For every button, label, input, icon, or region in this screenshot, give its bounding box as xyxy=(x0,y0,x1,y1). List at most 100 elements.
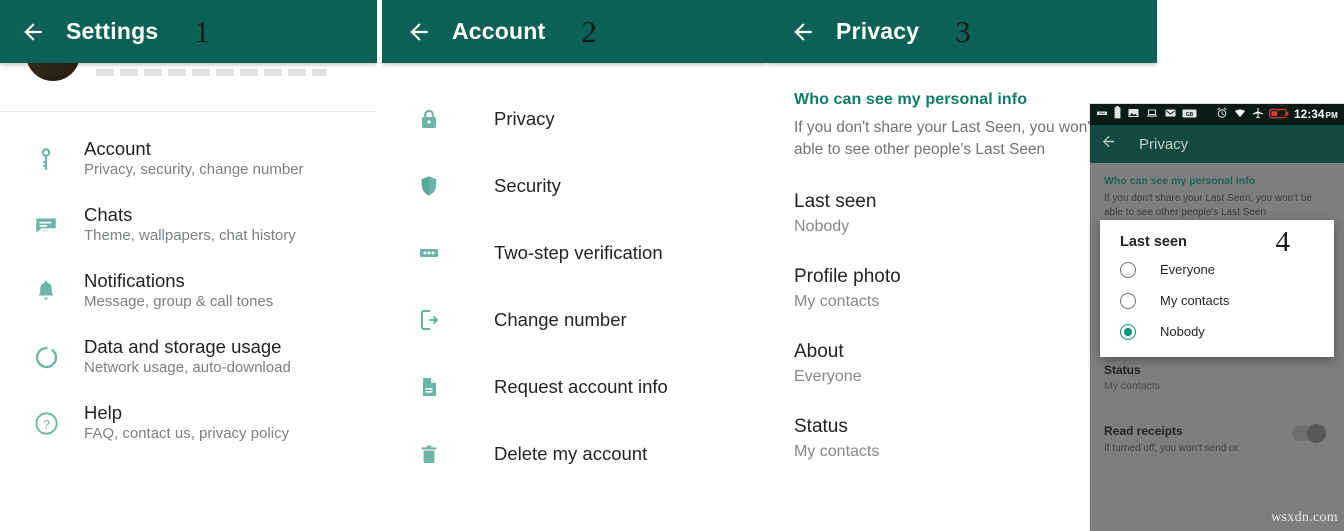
radio-icon[interactable] xyxy=(1120,261,1136,278)
status-clock: 12:34PM xyxy=(1294,108,1338,121)
item-description: If turned off, you won't send or xyxy=(1104,443,1239,454)
svg-text:?: ? xyxy=(43,417,50,431)
image-icon xyxy=(1127,106,1140,124)
sidebar-item-help[interactable]: ? Help FAQ, contact us, privacy policy xyxy=(0,390,377,456)
item-title: Account xyxy=(84,138,151,159)
bell-icon xyxy=(24,278,68,304)
account-item-security[interactable]: Security xyxy=(382,152,766,219)
item-value: My contacts xyxy=(1104,380,1161,392)
section-header: Who can see my personal info xyxy=(1104,175,1256,187)
lock-icon xyxy=(408,107,450,131)
item-label: Two-step verification xyxy=(494,241,663,263)
phone-section: Who can see my personal info If you don'… xyxy=(1090,163,1344,220)
sidebar-item-data-storage[interactable]: Data and storage usage Network usage, au… xyxy=(0,324,377,390)
last-seen-dialog[interactable]: Last seen 4 Everyone My contacts Nobody xyxy=(1100,220,1334,357)
chat-icon xyxy=(24,212,68,238)
item-subtitle: Message, group & call tones xyxy=(84,293,274,310)
battery-low-icon xyxy=(1269,106,1289,124)
account-list: Privacy Security Two-step verification C… xyxy=(382,63,766,487)
sidebar-item-account[interactable]: Account Privacy, security, change number xyxy=(0,126,377,192)
page-title: Privacy xyxy=(836,18,920,44)
gmail-icon xyxy=(1164,106,1177,124)
sidebar-item-notifications[interactable]: Notifications Message, group & call tone… xyxy=(0,258,377,324)
account-item-privacy[interactable]: Privacy xyxy=(382,85,766,152)
account-appbar: Account 2 xyxy=(382,0,766,63)
radio-option-everyone[interactable]: Everyone xyxy=(1100,254,1334,285)
document-icon xyxy=(408,375,450,399)
panel-account: Account 2 Privacy Security Two-step veri… xyxy=(382,0,766,531)
account-item-two-step[interactable]: Two-step verification xyxy=(382,219,766,286)
back-arrow-icon[interactable] xyxy=(404,17,434,47)
laptop-icon xyxy=(1145,106,1159,124)
item-title: Chats xyxy=(84,204,133,225)
page-title: Settings xyxy=(66,18,159,44)
phone-status-bar: GB 12:34PM xyxy=(1090,104,1344,125)
dialog-title: Last seen xyxy=(1120,234,1187,250)
item-label: Request account info xyxy=(494,375,668,397)
watermark: wsxdn.com xyxy=(1271,510,1338,525)
item-subtitle: Privacy, security, change number xyxy=(84,161,304,178)
settings-list: Account Privacy, security, change number… xyxy=(0,112,377,456)
item-title: Notifications xyxy=(84,270,185,291)
option-label: Nobody xyxy=(1160,324,1205,339)
phone-page-title: Privacy xyxy=(1139,135,1189,153)
profile-row[interactable] xyxy=(0,27,377,111)
trash-icon xyxy=(408,442,450,466)
phone-appbar: Privacy xyxy=(1090,125,1344,163)
panel-settings: Settings 1 Account Privacy, security, ch… xyxy=(0,0,377,531)
item-subtitle: Network usage, auto-download xyxy=(84,359,291,376)
step-number-4: 4 xyxy=(1275,226,1291,258)
gb-icon: GB xyxy=(1182,106,1197,124)
step-number-1: 1 xyxy=(194,13,210,49)
phone-below-dialog: Status My contacts Read receipts If turn… xyxy=(1090,363,1344,455)
option-label: My contacts xyxy=(1160,293,1230,308)
privacy-appbar: Privacy 3 xyxy=(766,0,1157,63)
section-description: If you don't share your Last Seen, you w… xyxy=(1104,193,1312,218)
read-receipts-toggle[interactable] xyxy=(1292,424,1326,443)
step-number-2: 2 xyxy=(581,13,597,49)
item-title: Data and storage usage xyxy=(84,336,282,357)
panel-phone-screenshot: GB 12:34PM Privacy Who can see my person… xyxy=(1090,104,1344,531)
option-label: Everyone xyxy=(1160,262,1215,277)
phone-out-icon xyxy=(408,308,450,332)
item-title: Status xyxy=(1104,363,1141,377)
section-description: If you don't share your Last Seen, you w… xyxy=(794,119,1117,158)
shield-icon xyxy=(408,174,450,198)
dots-icon xyxy=(408,241,450,265)
radio-icon-selected[interactable] xyxy=(1120,323,1136,340)
item-subtitle: Theme, wallpapers, chat history xyxy=(84,227,296,244)
item-title: Help xyxy=(84,402,123,423)
battery-icon xyxy=(1113,105,1122,124)
step-number-3: 3 xyxy=(955,13,971,49)
back-arrow-icon[interactable] xyxy=(1100,133,1117,155)
item-label: Security xyxy=(494,174,561,196)
profile-status-text xyxy=(96,69,326,76)
item-label: Change number xyxy=(494,308,627,330)
item-label: Delete my account xyxy=(494,442,648,464)
phone-content: Who can see my personal info If you don'… xyxy=(1090,163,1344,531)
data-icon xyxy=(24,344,68,371)
alarm-icon xyxy=(1216,106,1228,124)
sidebar-item-chats[interactable]: Chats Theme, wallpapers, chat history xyxy=(0,192,377,258)
settings-appbar: Settings 1 xyxy=(0,0,377,63)
phone-item-status[interactable]: Status My contacts xyxy=(1104,363,1330,392)
svg-text:GB: GB xyxy=(1186,111,1194,117)
airplane-icon xyxy=(1252,106,1264,124)
wifi-icon xyxy=(1233,106,1247,124)
key-icon xyxy=(24,146,68,172)
back-arrow-icon[interactable] xyxy=(788,17,818,47)
phone-item-read-receipts[interactable]: Read receipts If turned off, you won't s… xyxy=(1104,424,1330,455)
screenshot-stage: Settings 1 Account Privacy, security, ch… xyxy=(0,0,1344,531)
page-title: Account xyxy=(452,18,546,44)
radio-option-my-contacts[interactable]: My contacts xyxy=(1100,285,1334,316)
item-subtitle: FAQ, contact us, privacy policy xyxy=(84,425,290,442)
back-arrow-icon[interactable] xyxy=(18,17,48,47)
radio-option-nobody[interactable]: Nobody xyxy=(1100,316,1334,347)
help-icon: ? xyxy=(24,410,68,437)
account-item-request-info[interactable]: Request account info xyxy=(382,353,766,420)
dots-icon xyxy=(1096,106,1108,124)
radio-icon[interactable] xyxy=(1120,292,1136,309)
account-item-change-number[interactable]: Change number xyxy=(382,286,766,353)
account-item-delete-account[interactable]: Delete my account xyxy=(382,420,766,487)
item-label: Privacy xyxy=(494,107,555,129)
